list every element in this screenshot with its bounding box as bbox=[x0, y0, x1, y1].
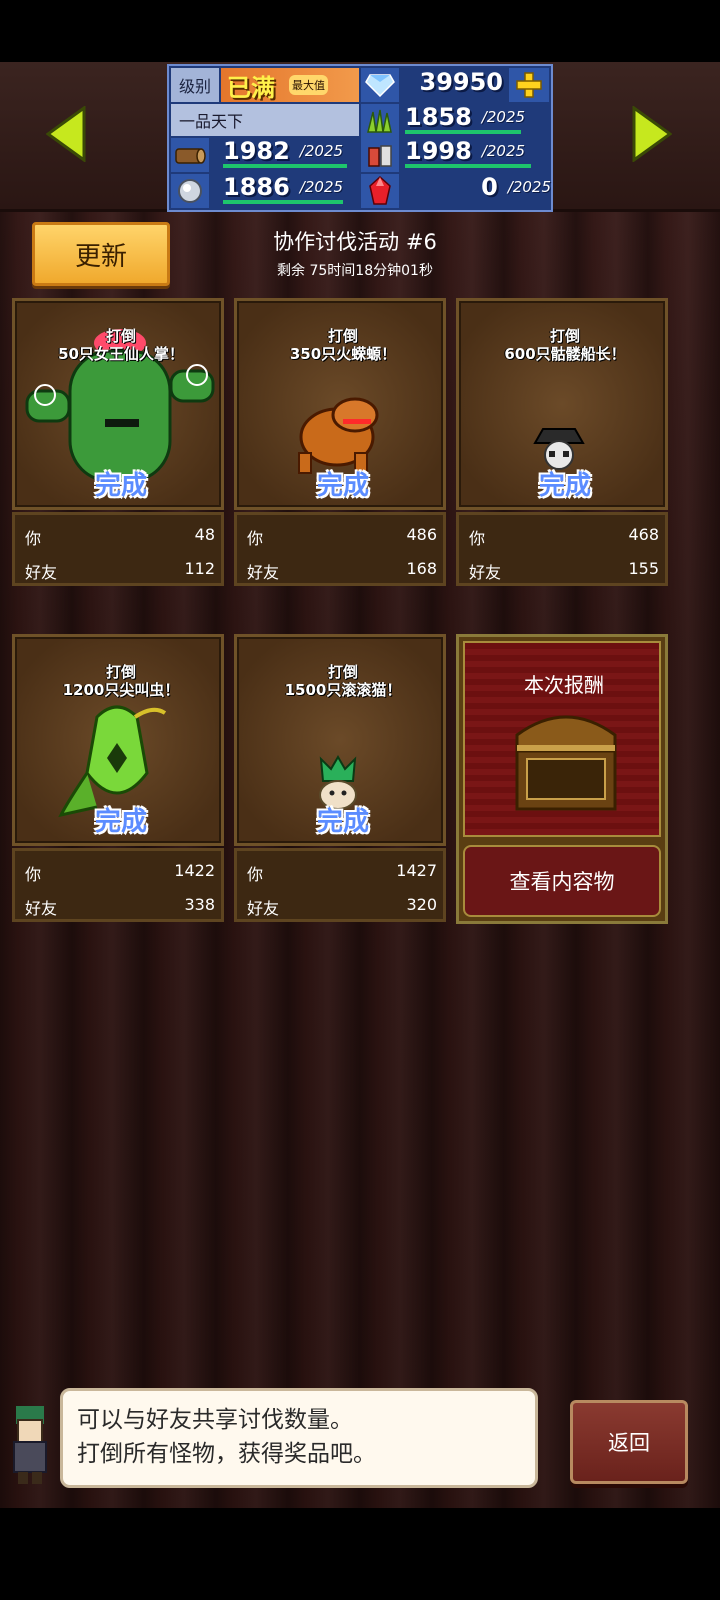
grass-bar bbox=[405, 130, 521, 134]
reward-title: 本次报酬 bbox=[524, 673, 604, 697]
quest-complete-label: 完成 bbox=[316, 807, 369, 837]
ruby-icon bbox=[361, 174, 399, 208]
event-remaining-time: 剩余 75时间18分钟01秒 bbox=[277, 263, 433, 279]
wood-resource: 1982 /2025 bbox=[223, 136, 359, 166]
level-max-badge: 最大值 bbox=[289, 75, 328, 95]
quest-complete-label: 完成 bbox=[94, 807, 147, 837]
guide-dialog: 可以与好友共享讨伐数量。 打倒所有怪物，获得奖品吧。 bbox=[60, 1388, 538, 1488]
quest-stats: 你 1427 好友 320 bbox=[234, 848, 446, 922]
quest-card-art: 打倒 350只火蝾螈！ 完成 bbox=[234, 298, 446, 510]
quest-stats: 你 486 好友 168 bbox=[234, 512, 446, 586]
quest-complete-label: 完成 bbox=[538, 471, 591, 501]
next-arrow-button[interactable] bbox=[632, 105, 673, 163]
quest-card-art: 打倒 1200只尖叫虫！ 完成 bbox=[12, 634, 224, 846]
fire-salamander-icon bbox=[298, 397, 379, 474]
dialog-line-2: 打倒所有怪物，获得奖品吧。 bbox=[77, 1441, 376, 1467]
quest-card[interactable]: 打倒 50只女王仙人掌！ 完成 你 48 好友 112 bbox=[12, 298, 224, 586]
navigation-bar-area bbox=[0, 1508, 720, 1600]
resource-panel: 级别 已满 最大值 39950 一品天下 1858 /2025 1982 /20… bbox=[167, 64, 553, 212]
ruby-cap: /2025 bbox=[507, 178, 551, 196]
food-icon bbox=[361, 138, 399, 172]
quest-stats: 你 48 好友 112 bbox=[12, 512, 224, 586]
you-row: 你 1427 bbox=[247, 861, 437, 884]
food-resource: 1998 /2025 bbox=[405, 136, 551, 166]
quest-target: 打倒 350只火蝾螈！ bbox=[289, 327, 397, 363]
quest-complete-label: 完成 bbox=[316, 471, 369, 501]
friend-row: 好友 155 bbox=[469, 559, 659, 582]
you-row: 你 468 bbox=[469, 525, 659, 548]
reward-card: 本次报酬 查看内容物 bbox=[456, 634, 668, 924]
arrow-left-icon bbox=[45, 105, 86, 163]
guide-avatar bbox=[13, 1406, 47, 1484]
quest-stats: 你 468 好友 155 bbox=[456, 512, 668, 586]
you-row: 你 48 bbox=[25, 525, 215, 548]
update-button[interactable]: 更新 bbox=[32, 222, 170, 286]
quest-target: 打倒 1500只滚滚猫！ bbox=[284, 663, 402, 699]
level-label: 级别 bbox=[171, 68, 219, 102]
ruby-value: 0 bbox=[481, 173, 498, 201]
quest-target: 打倒 600只骷髅船长！ bbox=[504, 327, 626, 363]
food-bar bbox=[405, 164, 531, 168]
event-title: 协作讨伐活动 #6 bbox=[273, 230, 437, 254]
wood-icon bbox=[171, 138, 209, 172]
quest-card[interactable]: 打倒 1200只尖叫虫！ 完成 你 1422 好友 338 bbox=[12, 634, 224, 922]
level-value: 已满 最大值 bbox=[221, 68, 359, 102]
quest-card[interactable]: 打倒 600只骷髅船长！ 完成 你 468 好友 155 bbox=[456, 298, 668, 586]
level-max-text: 已满 bbox=[227, 73, 275, 102]
prev-arrow-button[interactable] bbox=[45, 105, 86, 163]
quest-card[interactable]: 打倒 350只火蝾螈！ 完成 你 486 好友 168 bbox=[234, 298, 446, 586]
view-contents-button[interactable]: 查看内容物 bbox=[463, 845, 661, 917]
ore-resource: 1886 /2025 bbox=[223, 172, 359, 202]
rank-name: 一品天下 bbox=[171, 104, 359, 136]
quest-card-art: 打倒 600只骷髅船长！ 完成 bbox=[456, 298, 668, 510]
add-gems-button[interactable] bbox=[509, 68, 549, 102]
grass-resource: 1858 /2025 bbox=[405, 102, 551, 132]
ruby-resource: 0 /2025 bbox=[405, 172, 551, 202]
ore-cap: /2025 bbox=[299, 178, 344, 196]
wood-bar bbox=[223, 164, 347, 168]
plus-icon bbox=[516, 72, 542, 98]
grass-value: 1858 bbox=[405, 103, 472, 131]
ore-icon bbox=[171, 174, 209, 208]
arrow-right-icon bbox=[632, 105, 673, 163]
friend-row: 好友 168 bbox=[247, 559, 437, 582]
quest-card[interactable]: 打倒 1500只滚滚猫！ 完成 你 1427 好友 320 bbox=[234, 634, 446, 922]
ore-bar bbox=[223, 200, 343, 204]
gems-count: 39950 bbox=[419, 68, 504, 96]
quest-card-art: 打倒 50只女王仙人掌！ 完成 bbox=[12, 298, 224, 510]
you-row: 你 486 bbox=[247, 525, 437, 548]
treasure-chest-icon bbox=[515, 715, 617, 811]
grass-icon bbox=[361, 104, 399, 138]
friend-row: 好友 320 bbox=[247, 895, 437, 918]
diamond-icon bbox=[361, 68, 399, 102]
food-cap: /2025 bbox=[481, 142, 526, 160]
food-value: 1998 bbox=[405, 137, 472, 165]
friend-row: 好友 338 bbox=[25, 895, 215, 918]
dialog-line-1: 可以与好友共享讨伐数量。 bbox=[77, 1407, 353, 1433]
quest-stats: 你 1422 好友 338 bbox=[12, 848, 224, 922]
quest-card-art: 打倒 1500只滚滚猫！ 完成 bbox=[234, 634, 446, 846]
ore-value: 1886 bbox=[223, 173, 290, 201]
status-bar-area bbox=[0, 0, 720, 62]
game-screen: 级别 已满 最大值 39950 一品天下 1858 /2025 1982 /20… bbox=[0, 62, 720, 1508]
quest-complete-label: 完成 bbox=[94, 471, 147, 501]
friend-row: 好友 112 bbox=[25, 559, 215, 582]
quest-target: 打倒 50只女王仙人掌！ bbox=[58, 327, 184, 363]
you-row: 你 1422 bbox=[25, 861, 215, 884]
back-button[interactable]: 返回 bbox=[570, 1400, 688, 1484]
quest-target: 打倒 1200只尖叫虫！ bbox=[62, 663, 180, 699]
grass-cap: /2025 bbox=[481, 108, 526, 126]
reward-preview[interactable]: 本次报酬 bbox=[463, 641, 661, 837]
wood-cap: /2025 bbox=[299, 142, 344, 160]
wood-value: 1982 bbox=[223, 137, 290, 165]
